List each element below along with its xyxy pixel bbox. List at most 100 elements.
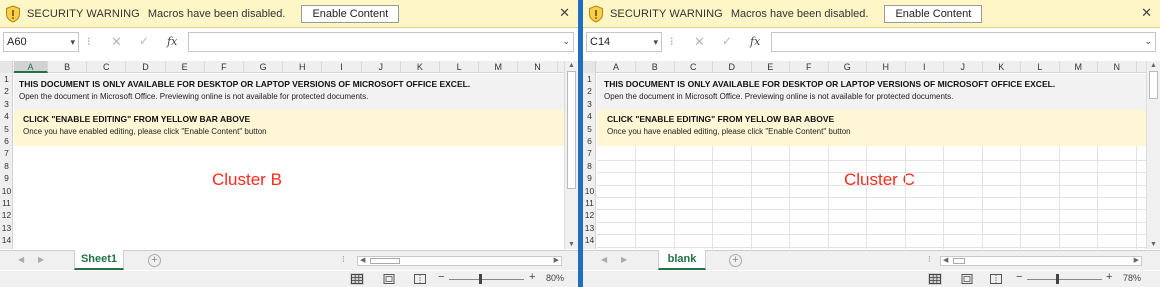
row-header-1[interactable]: 1: [0, 73, 13, 85]
page-break-view-icon[interactable]: [413, 273, 427, 285]
scroll-thumb[interactable]: [567, 71, 576, 189]
row-header-14[interactable]: 14: [0, 234, 13, 246]
scroll-left-icon[interactable]: ◀: [943, 256, 948, 264]
row-header-5[interactable]: 5: [0, 123, 13, 135]
zoom-in-icon[interactable]: +: [1106, 271, 1112, 283]
scroll-down-icon[interactable]: ▼: [1150, 241, 1157, 248]
column-header-k[interactable]: K: [983, 61, 1021, 73]
column-header-e[interactable]: E: [166, 61, 205, 73]
hscroll-thumb[interactable]: [953, 258, 965, 264]
normal-view-icon[interactable]: [928, 273, 942, 285]
scroll-up-icon[interactable]: ▲: [1150, 62, 1157, 69]
next-sheet-icon[interactable]: ▶: [38, 255, 44, 264]
cell-area[interactable]: THIS DOCUMENT IS ONLY AVAILABLE FOR DESK…: [597, 74, 1146, 249]
column-header-l[interactable]: L: [1021, 61, 1060, 73]
scroll-right-icon[interactable]: ▶: [554, 256, 559, 264]
row-header-10[interactable]: 10: [583, 185, 596, 197]
row-header-8[interactable]: 8: [583, 160, 596, 172]
row-header-6[interactable]: 6: [0, 135, 13, 147]
column-header-k[interactable]: K: [401, 61, 440, 73]
column-header-j[interactable]: J: [944, 61, 983, 73]
cell-area[interactable]: THIS DOCUMENT IS ONLY AVAILABLE FOR DESK…: [14, 74, 564, 249]
row-header-4[interactable]: 4: [0, 110, 13, 122]
row-header-7[interactable]: 7: [0, 147, 13, 159]
column-header-h[interactable]: H: [283, 61, 323, 73]
row-header-14[interactable]: 14: [583, 234, 596, 246]
insert-function-icon[interactable]: fx: [750, 35, 760, 48]
enable-content-button[interactable]: Enable Content: [301, 4, 400, 23]
enable-content-button[interactable]: Enable Content: [884, 4, 983, 23]
row-header-15[interactable]: 15: [583, 247, 596, 249]
column-header-a[interactable]: A: [14, 61, 48, 73]
column-header-j[interactable]: J: [362, 61, 401, 73]
scroll-up-icon[interactable]: ▲: [568, 62, 575, 69]
select-all-corner[interactable]: [583, 61, 596, 73]
column-header-n[interactable]: N: [1098, 61, 1137, 73]
row-header-9[interactable]: 9: [583, 172, 596, 184]
row-header-6[interactable]: 6: [583, 135, 596, 147]
scroll-left-icon[interactable]: ◀: [360, 256, 365, 264]
zoom-level[interactable]: 78%: [1123, 273, 1141, 283]
column-header-m[interactable]: M: [1060, 61, 1098, 73]
row-header-1[interactable]: 1: [583, 73, 596, 85]
chevron-down-icon[interactable]: ▾: [70, 33, 75, 51]
row-header-7[interactable]: 7: [583, 147, 596, 159]
column-header-g[interactable]: G: [244, 61, 284, 73]
row-header-12[interactable]: 12: [0, 209, 13, 221]
row-header-12[interactable]: 12: [583, 209, 596, 221]
scroll-right-icon[interactable]: ▶: [1134, 256, 1139, 264]
cancel-icon[interactable]: ✕: [111, 34, 122, 50]
chevron-down-icon[interactable]: ▾: [653, 33, 658, 51]
zoom-slider-thumb[interactable]: [1056, 274, 1059, 284]
worksheet-grid[interactable]: ABCDEFGHIJKLMN 123456789101112131415 THI…: [0, 61, 564, 249]
zoom-level[interactable]: 80%: [546, 273, 564, 283]
row-header-13[interactable]: 13: [583, 222, 596, 234]
expand-formula-icon[interactable]: ⌄: [562, 36, 570, 47]
enter-icon[interactable]: ✓: [139, 34, 149, 48]
column-header-n[interactable]: N: [518, 61, 558, 73]
tab-splitter[interactable]: ⁝: [342, 254, 345, 265]
column-header-i[interactable]: I: [906, 61, 944, 73]
normal-view-icon[interactable]: [350, 273, 364, 285]
page-layout-view-icon[interactable]: [960, 273, 974, 285]
column-header-b[interactable]: B: [636, 61, 675, 73]
cancel-icon[interactable]: ✕: [694, 34, 705, 50]
column-header-d[interactable]: D: [713, 61, 752, 73]
zoom-out-icon[interactable]: −: [1016, 271, 1022, 283]
column-header-a[interactable]: A: [597, 61, 636, 73]
row-header-5[interactable]: 5: [583, 123, 596, 135]
column-header-f[interactable]: F: [205, 61, 244, 73]
column-header-m[interactable]: M: [479, 61, 519, 73]
close-warning-icon[interactable]: ✕: [559, 5, 570, 21]
formula-input[interactable]: ⌄: [771, 32, 1156, 52]
worksheet-grid[interactable]: ABCDEFGHIJKLMN 123456789101112131415 THI…: [583, 61, 1146, 249]
sheet-tab[interactable]: blank: [658, 250, 706, 270]
column-header-g[interactable]: G: [829, 61, 867, 73]
row-header-11[interactable]: 11: [583, 197, 596, 209]
sheet-tab[interactable]: Sheet1: [74, 250, 124, 270]
zoom-out-icon[interactable]: −: [438, 271, 444, 283]
expand-formula-icon[interactable]: ⌄: [1144, 36, 1152, 47]
row-header-3[interactable]: 3: [0, 98, 13, 110]
horizontal-scrollbar[interactable]: ◀ ▶: [357, 256, 562, 266]
row-header-3[interactable]: 3: [583, 98, 596, 110]
hscroll-thumb[interactable]: [370, 258, 400, 264]
column-header-e[interactable]: E: [752, 61, 790, 73]
scroll-thumb[interactable]: [1149, 71, 1158, 99]
row-header-2[interactable]: 2: [583, 85, 596, 97]
scroll-down-icon[interactable]: ▼: [568, 241, 575, 248]
column-header-b[interactable]: B: [48, 61, 88, 73]
column-header-h[interactable]: H: [867, 61, 906, 73]
row-header-13[interactable]: 13: [0, 222, 13, 234]
column-header-f[interactable]: F: [790, 61, 829, 73]
zoom-slider[interactable]: [449, 279, 524, 280]
row-header-9[interactable]: 9: [0, 172, 13, 184]
close-warning-icon[interactable]: ✕: [1141, 5, 1152, 21]
page-break-view-icon[interactable]: [989, 273, 1003, 285]
zoom-slider-thumb[interactable]: [479, 274, 482, 284]
zoom-in-icon[interactable]: +: [529, 271, 535, 283]
vertical-scrollbar[interactable]: ▲ ▼: [564, 61, 578, 249]
select-all-corner[interactable]: [0, 61, 13, 73]
row-header-11[interactable]: 11: [0, 197, 13, 209]
formula-input[interactable]: ⌄: [188, 32, 574, 52]
